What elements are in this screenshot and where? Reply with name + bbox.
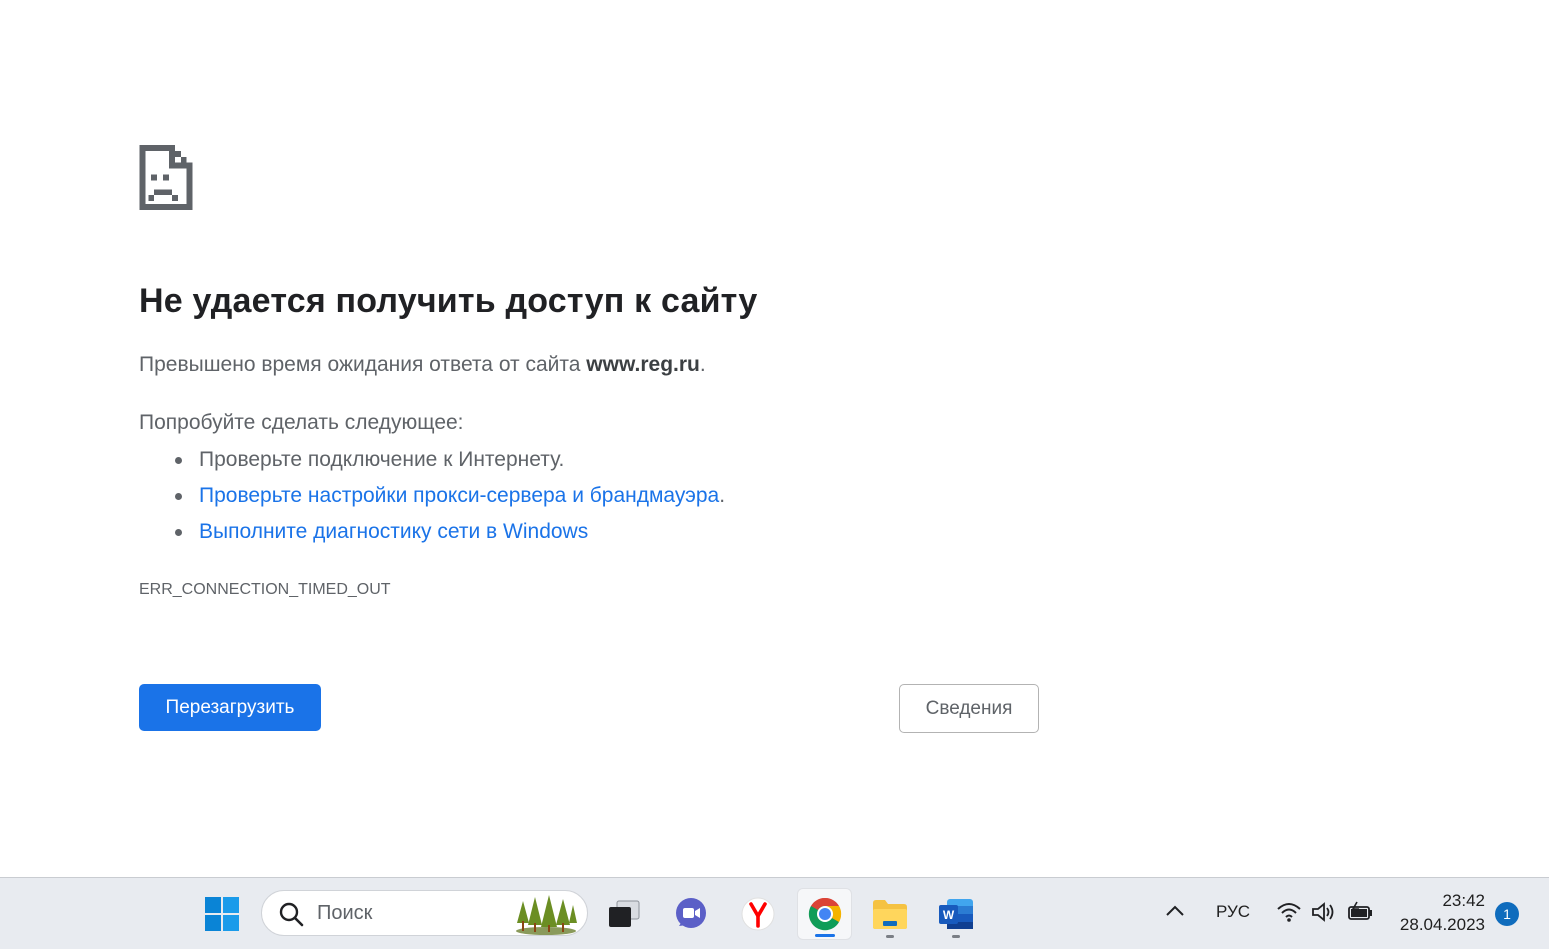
video-chat-icon: [676, 898, 706, 928]
clock-date[interactable]: 28.04.2023: [1400, 915, 1485, 935]
task-view-button[interactable]: [598, 888, 650, 940]
wifi-icon[interactable]: [1276, 901, 1302, 923]
battery-charging-icon[interactable]: [1347, 901, 1375, 923]
suggestions-list: Проверьте подключение к Интернету. Прове…: [139, 442, 725, 550]
site-name: www.reg.ru: [586, 353, 700, 376]
reload-button[interactable]: Перезагрузить: [139, 684, 321, 731]
browser-error-page: Не удается получить доступ к сайту Превы…: [0, 0, 1549, 877]
search-icon: [279, 902, 304, 927]
chat-button[interactable]: [665, 888, 717, 940]
notification-badge[interactable]: 1: [1495, 902, 1519, 926]
description-prefix: Превышено время ожидания ответа от сайта: [139, 353, 587, 376]
taskbar: Поиск W РУС 23:42 28.04.2023 1: [0, 877, 1549, 949]
search-placeholder: Поиск: [317, 902, 373, 924]
error-description: Превышено время ожидания ответа от сайта…: [139, 353, 706, 377]
search-highlight-trees-icon: [516, 895, 577, 935]
network-diagnostics-link[interactable]: Выполните диагностику сети в Windows: [199, 520, 588, 543]
chrome-icon: [808, 897, 841, 931]
chevron-up-icon[interactable]: [1165, 904, 1185, 918]
clock-time[interactable]: 23:42: [1442, 891, 1485, 911]
task-view-icon: [609, 900, 640, 927]
word-running-indicator: [952, 935, 960, 938]
explorer-running-indicator: [886, 935, 894, 938]
word-button[interactable]: W: [930, 888, 982, 940]
suggestion-text: Проверьте подключение к Интернету.: [199, 448, 565, 471]
try-label: Попробуйте сделать следующее:: [139, 411, 464, 434]
details-button[interactable]: Сведения: [899, 684, 1039, 733]
taskbar-search[interactable]: Поиск: [261, 890, 588, 936]
folder-icon: [873, 900, 907, 929]
yandex-browser-button[interactable]: [732, 888, 784, 940]
suggestion-diagnostics: Выполните диагностику сети в Windows: [174, 514, 725, 550]
chrome-active-indicator: [814, 934, 835, 937]
word-icon: W: [939, 899, 973, 929]
error-code: ERR_CONNECTION_TIMED_OUT: [139, 581, 391, 598]
description-suffix: .: [699, 353, 706, 376]
volume-icon[interactable]: [1311, 901, 1337, 923]
yandex-icon: [741, 897, 775, 931]
language-indicator[interactable]: РУС: [1216, 902, 1250, 922]
proxy-settings-link[interactable]: Проверьте настройки прокси-сервера и бра…: [199, 484, 719, 507]
suggestion-check-connection: Проверьте подключение к Интернету.: [174, 442, 725, 478]
sad-document-icon: [139, 145, 193, 210]
suggestion-period: .: [719, 484, 726, 507]
chrome-button[interactable]: [797, 888, 852, 940]
file-explorer-button[interactable]: [864, 888, 916, 940]
suggestion-check-proxy: Проверьте настройки прокси-сервера и бра…: [174, 478, 726, 514]
start-button[interactable]: [196, 888, 248, 940]
svg-text:W: W: [943, 908, 955, 922]
windows-logo-icon: [205, 897, 239, 931]
page-title: Не удается получить доступ к сайту: [139, 282, 758, 320]
